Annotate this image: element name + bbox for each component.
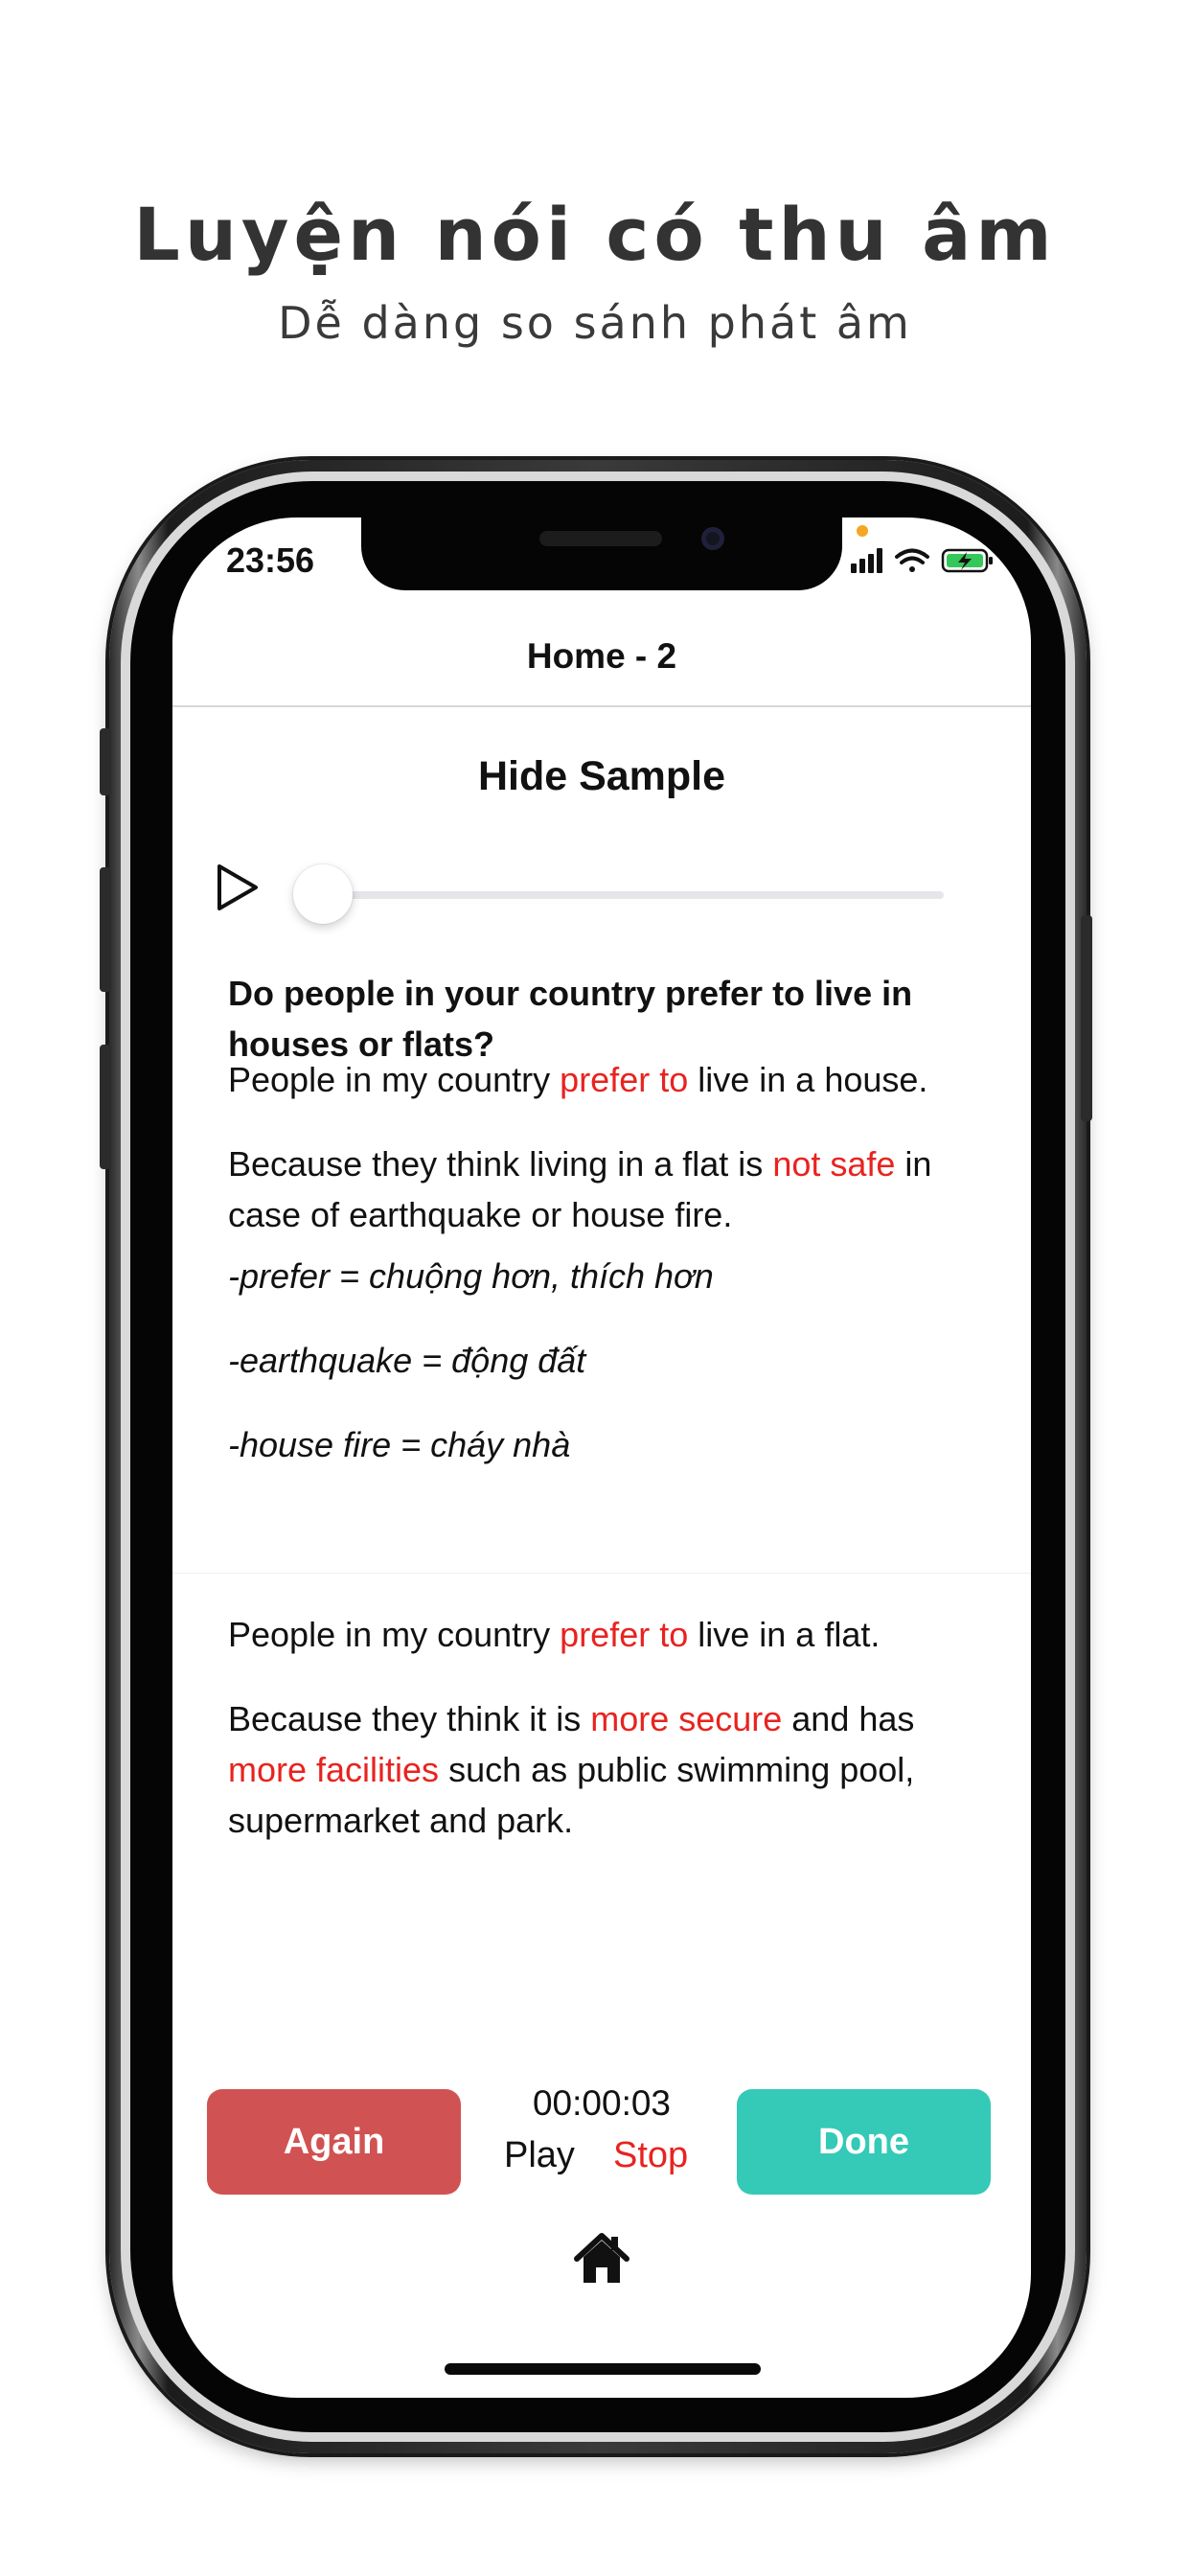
- answer2-sentence2: Because they think it is more secure and…: [228, 1699, 915, 1840]
- highlight-phrase: more facilities: [228, 1750, 440, 1789]
- vocab-item: -house fire = cháy nhà: [228, 1425, 571, 1464]
- earpiece-speaker: [539, 531, 662, 546]
- front-camera: [701, 527, 724, 550]
- nav-divider: [172, 705, 1031, 707]
- notch: [361, 518, 842, 590]
- app-screen: 23:56 Home - 2 Hide Sample Do people in …: [172, 518, 1031, 2398]
- answer1-sentence2: Because they think living in a flat is n…: [228, 1144, 932, 1234]
- answer2-sentence1: People in my country prefer to live in a…: [228, 1615, 881, 1654]
- answer1-sentence1: People in my country prefer to live in a…: [228, 1060, 928, 1099]
- nav-title: Home - 2: [526, 636, 677, 676]
- privacy-indicator-dot: [857, 525, 868, 537]
- status-time: 23:56: [226, 540, 315, 580]
- side-button-silent: [100, 728, 111, 795]
- promo-subtitle: Dễ dàng so sánh phát âm: [278, 297, 912, 349]
- wifi-icon: [895, 548, 929, 572]
- home-icon[interactable]: [573, 2231, 630, 2285]
- highlight-phrase: prefer to: [560, 1060, 689, 1099]
- cellular-signal-icon: [851, 548, 882, 573]
- status-icons: [851, 548, 993, 573]
- highlight-phrase: not safe: [772, 1144, 896, 1184]
- highlight-phrase: more secure: [590, 1699, 783, 1738]
- done-button[interactable]: Done: [737, 2089, 991, 2195]
- hide-sample-button[interactable]: Hide Sample: [172, 753, 1031, 800]
- side-button-volume-down: [100, 1045, 111, 1169]
- play-recording-button[interactable]: Play: [504, 2135, 575, 2176]
- battery-charging-icon: [941, 548, 993, 573]
- side-button-power: [1081, 915, 1092, 1121]
- highlight-phrase: prefer to: [560, 1615, 689, 1654]
- audio-progress-track[interactable]: [307, 891, 944, 899]
- audio-progress-thumb[interactable]: [293, 864, 353, 924]
- home-indicator[interactable]: [445, 2363, 761, 2375]
- stop-recording-button[interactable]: Stop: [613, 2135, 688, 2176]
- play-icon[interactable]: [215, 862, 261, 912]
- vocab-item: -earthquake = động đất: [228, 1341, 586, 1380]
- side-button-volume-up: [100, 867, 111, 992]
- section-divider: [172, 1573, 1031, 1574]
- vocab-item: -prefer = chuộng hơn, thích hơn: [228, 1256, 714, 1296]
- promo-title: Luyện nói có thu âm: [133, 192, 1057, 277]
